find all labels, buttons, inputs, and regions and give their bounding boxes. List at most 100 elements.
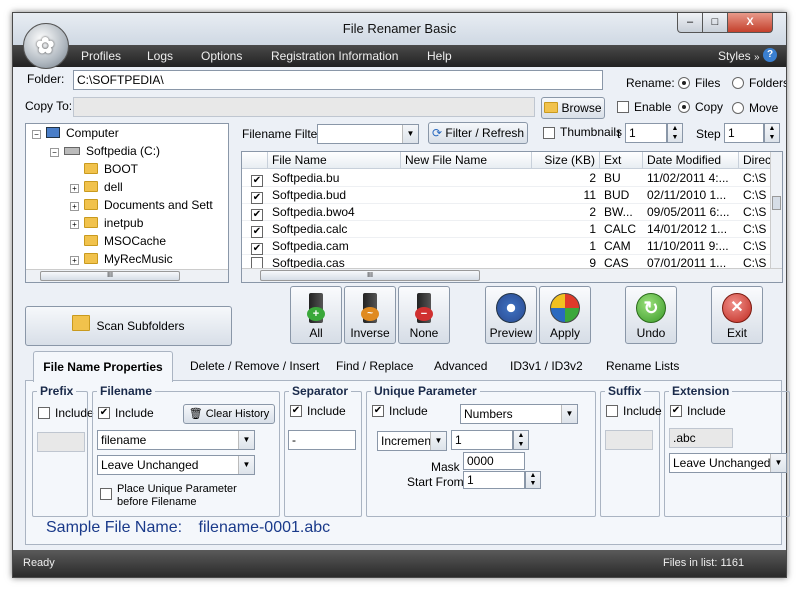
filename-include-checkbox[interactable]: ✔ [98, 407, 110, 419]
table-row[interactable]: ✔ Softpedia.bu 2 BU 11/02/2011 4:... C:\S [242, 170, 770, 187]
enable-checkbox[interactable] [617, 101, 629, 113]
exit-button[interactable]: ✕ Exit [711, 286, 763, 344]
menu-logs[interactable]: Logs [147, 49, 173, 63]
tab-rename-lists[interactable]: Rename Lists [606, 351, 679, 381]
row-checkbox[interactable]: ✔ [251, 226, 263, 238]
scrollbar-thumb[interactable]: III [260, 270, 480, 281]
file-list[interactable]: File Name New File Name Size (KB) Ext Da… [241, 151, 783, 283]
tab-id3[interactable]: ID3v1 / ID3v2 [510, 351, 583, 381]
table-row[interactable]: ✔ Softpedia.bwo4 2 BW... 09/05/2011 6:... C:\… [242, 204, 770, 221]
maximize-button[interactable]: □ [702, 13, 728, 33]
collapse-icon[interactable]: − [32, 130, 41, 139]
tab-advanced[interactable]: Advanced [434, 351, 487, 381]
preview-button[interactable]: Preview [485, 286, 537, 344]
extension-input[interactable]: .abc [669, 428, 733, 448]
row-checkbox[interactable]: ✔ [251, 243, 263, 255]
separator-include-checkbox[interactable]: ✔ [290, 405, 302, 417]
unique-value-spinner[interactable]: ▲ ▼ [513, 430, 529, 450]
suffix-include-checkbox[interactable] [606, 405, 618, 417]
scan-subfolders-button[interactable]: Scan Subfolders [25, 306, 232, 346]
prefix-input[interactable] [37, 432, 85, 452]
start-spinner[interactable]: ▲ ▼ [667, 123, 683, 143]
folder-input[interactable]: C:\SOFTPEDIA\ [73, 70, 603, 90]
col-check[interactable] [242, 152, 268, 169]
col-file-name[interactable]: File Name [268, 152, 401, 169]
tree-hscrollbar[interactable]: III [26, 269, 228, 282]
expand-icon[interactable]: + [70, 184, 79, 193]
filter-refresh-button[interactable]: ⟳ Filter / Refresh [428, 122, 528, 144]
unique-type-select[interactable]: Numbers ▼ [460, 404, 578, 424]
step-input[interactable]: 1 [724, 123, 764, 143]
tab-find-replace[interactable]: Find / Replace [336, 351, 413, 381]
tree-item-boot[interactable]: BOOT [84, 162, 138, 180]
undo-button[interactable]: ↻ Undo [625, 286, 677, 344]
col-directory[interactable]: Direc [739, 152, 771, 169]
start-input[interactable]: 1 [625, 123, 667, 143]
menu-profiles[interactable]: Profiles [81, 49, 121, 63]
menu-options[interactable]: Options [201, 49, 242, 63]
step-spinner[interactable]: ▲ ▼ [764, 123, 780, 143]
unique-include-checkbox[interactable]: ✔ [372, 405, 384, 417]
file-list-vscrollbar[interactable] [770, 152, 782, 268]
browse-button[interactable]: Browse [541, 97, 605, 119]
expand-icon[interactable]: + [70, 220, 79, 229]
minimize-button[interactable]: – [677, 13, 703, 33]
help-icon[interactable]: ? [763, 48, 777, 62]
tree-item-dell[interactable]: dell [84, 180, 123, 198]
styles-menu[interactable]: Styles » [718, 49, 760, 63]
rename-files-radio[interactable] [678, 77, 690, 89]
clear-history-button[interactable]: 🗑 Clear History [183, 404, 275, 424]
collapse-icon[interactable]: − [50, 148, 59, 157]
select-all-button[interactable]: + All [290, 286, 342, 344]
mask-input[interactable]: 0000 [463, 452, 525, 470]
row-checkbox[interactable]: ✔ [251, 209, 263, 221]
menu-help[interactable]: Help [427, 49, 452, 63]
unique-method-select[interactable]: Increment ▼ [377, 431, 447, 451]
tree-item-inetpub[interactable]: inetpub [84, 216, 143, 234]
extension-include-checkbox[interactable]: ✔ [670, 405, 682, 417]
thumbnails-checkbox[interactable] [543, 127, 555, 139]
start-from-spinner[interactable]: ▲ ▼ [525, 471, 541, 489]
menu-registration[interactable]: Registration Information [271, 49, 398, 63]
tree-item-msocache[interactable]: MSOCache [84, 234, 166, 252]
table-row[interactable]: ✔ Softpedia.calc 1 CALC 14/01/2012 1... C:\S [242, 221, 770, 238]
place-unique-checkbox[interactable] [100, 488, 112, 500]
row-checkbox[interactable]: ✔ [251, 192, 263, 204]
expand-icon[interactable]: + [70, 202, 79, 211]
copy-radio[interactable] [678, 101, 690, 113]
tree-item-documents[interactable]: Documents and Sett [84, 198, 213, 216]
tree-item-computer[interactable]: Computer [46, 126, 119, 144]
scrollbar-thumb[interactable] [772, 196, 781, 210]
prefix-include-checkbox[interactable] [38, 407, 50, 419]
suffix-input[interactable] [605, 430, 653, 450]
tab-delete-remove-insert[interactable]: Delete / Remove / Insert [190, 351, 319, 381]
apply-button[interactable]: Apply [539, 286, 591, 344]
col-ext[interactable]: Ext [600, 152, 643, 169]
col-date[interactable]: Date Modified [643, 152, 739, 169]
close-button[interactable]: X [727, 13, 773, 33]
tab-file-name-properties[interactable]: File Name Properties [33, 351, 173, 382]
expand-icon[interactable]: + [70, 256, 79, 265]
separator-input[interactable]: - [288, 430, 356, 450]
file-list-hscrollbar[interactable]: III [242, 268, 782, 282]
filename-mode-select[interactable]: Leave Unchanged ▼ [97, 455, 255, 475]
tree-item-myrecmusic[interactable]: MyRecMusic [84, 252, 173, 270]
filename-select[interactable]: filename ▼ [97, 430, 255, 450]
table-row[interactable]: ✔ Softpedia.bud 11 BUD 02/11/2010 1... C:\S [242, 187, 770, 204]
filter-select[interactable]: ▼ [317, 124, 419, 144]
rename-folders-radio[interactable] [732, 77, 744, 89]
folder-tree[interactable]: Computer − Softpedia (C:) − BOOT dell + … [25, 123, 229, 283]
move-radio[interactable] [732, 102, 744, 114]
scrollbar-thumb[interactable]: III [40, 271, 180, 281]
unique-value-input[interactable]: 1 [451, 430, 513, 450]
extension-mode-select[interactable]: Leave Unchanged ▼ [669, 453, 787, 473]
tree-item-softpedia-drive[interactable]: Softpedia (C:) [64, 144, 160, 162]
inverse-button[interactable]: ~ Inverse [344, 286, 396, 344]
start-from-input[interactable]: 1 [463, 471, 525, 489]
select-none-button[interactable]: − None [398, 286, 450, 344]
table-row[interactable]: ✔ Softpedia.cam 1 CAM 11/10/2011 9:... C:\S [242, 238, 770, 255]
col-new-file-name[interactable]: New File Name [401, 152, 532, 169]
row-checkbox[interactable]: ✔ [251, 175, 263, 187]
copyto-input[interactable] [73, 97, 535, 117]
col-size[interactable]: Size (KB) [532, 152, 600, 169]
